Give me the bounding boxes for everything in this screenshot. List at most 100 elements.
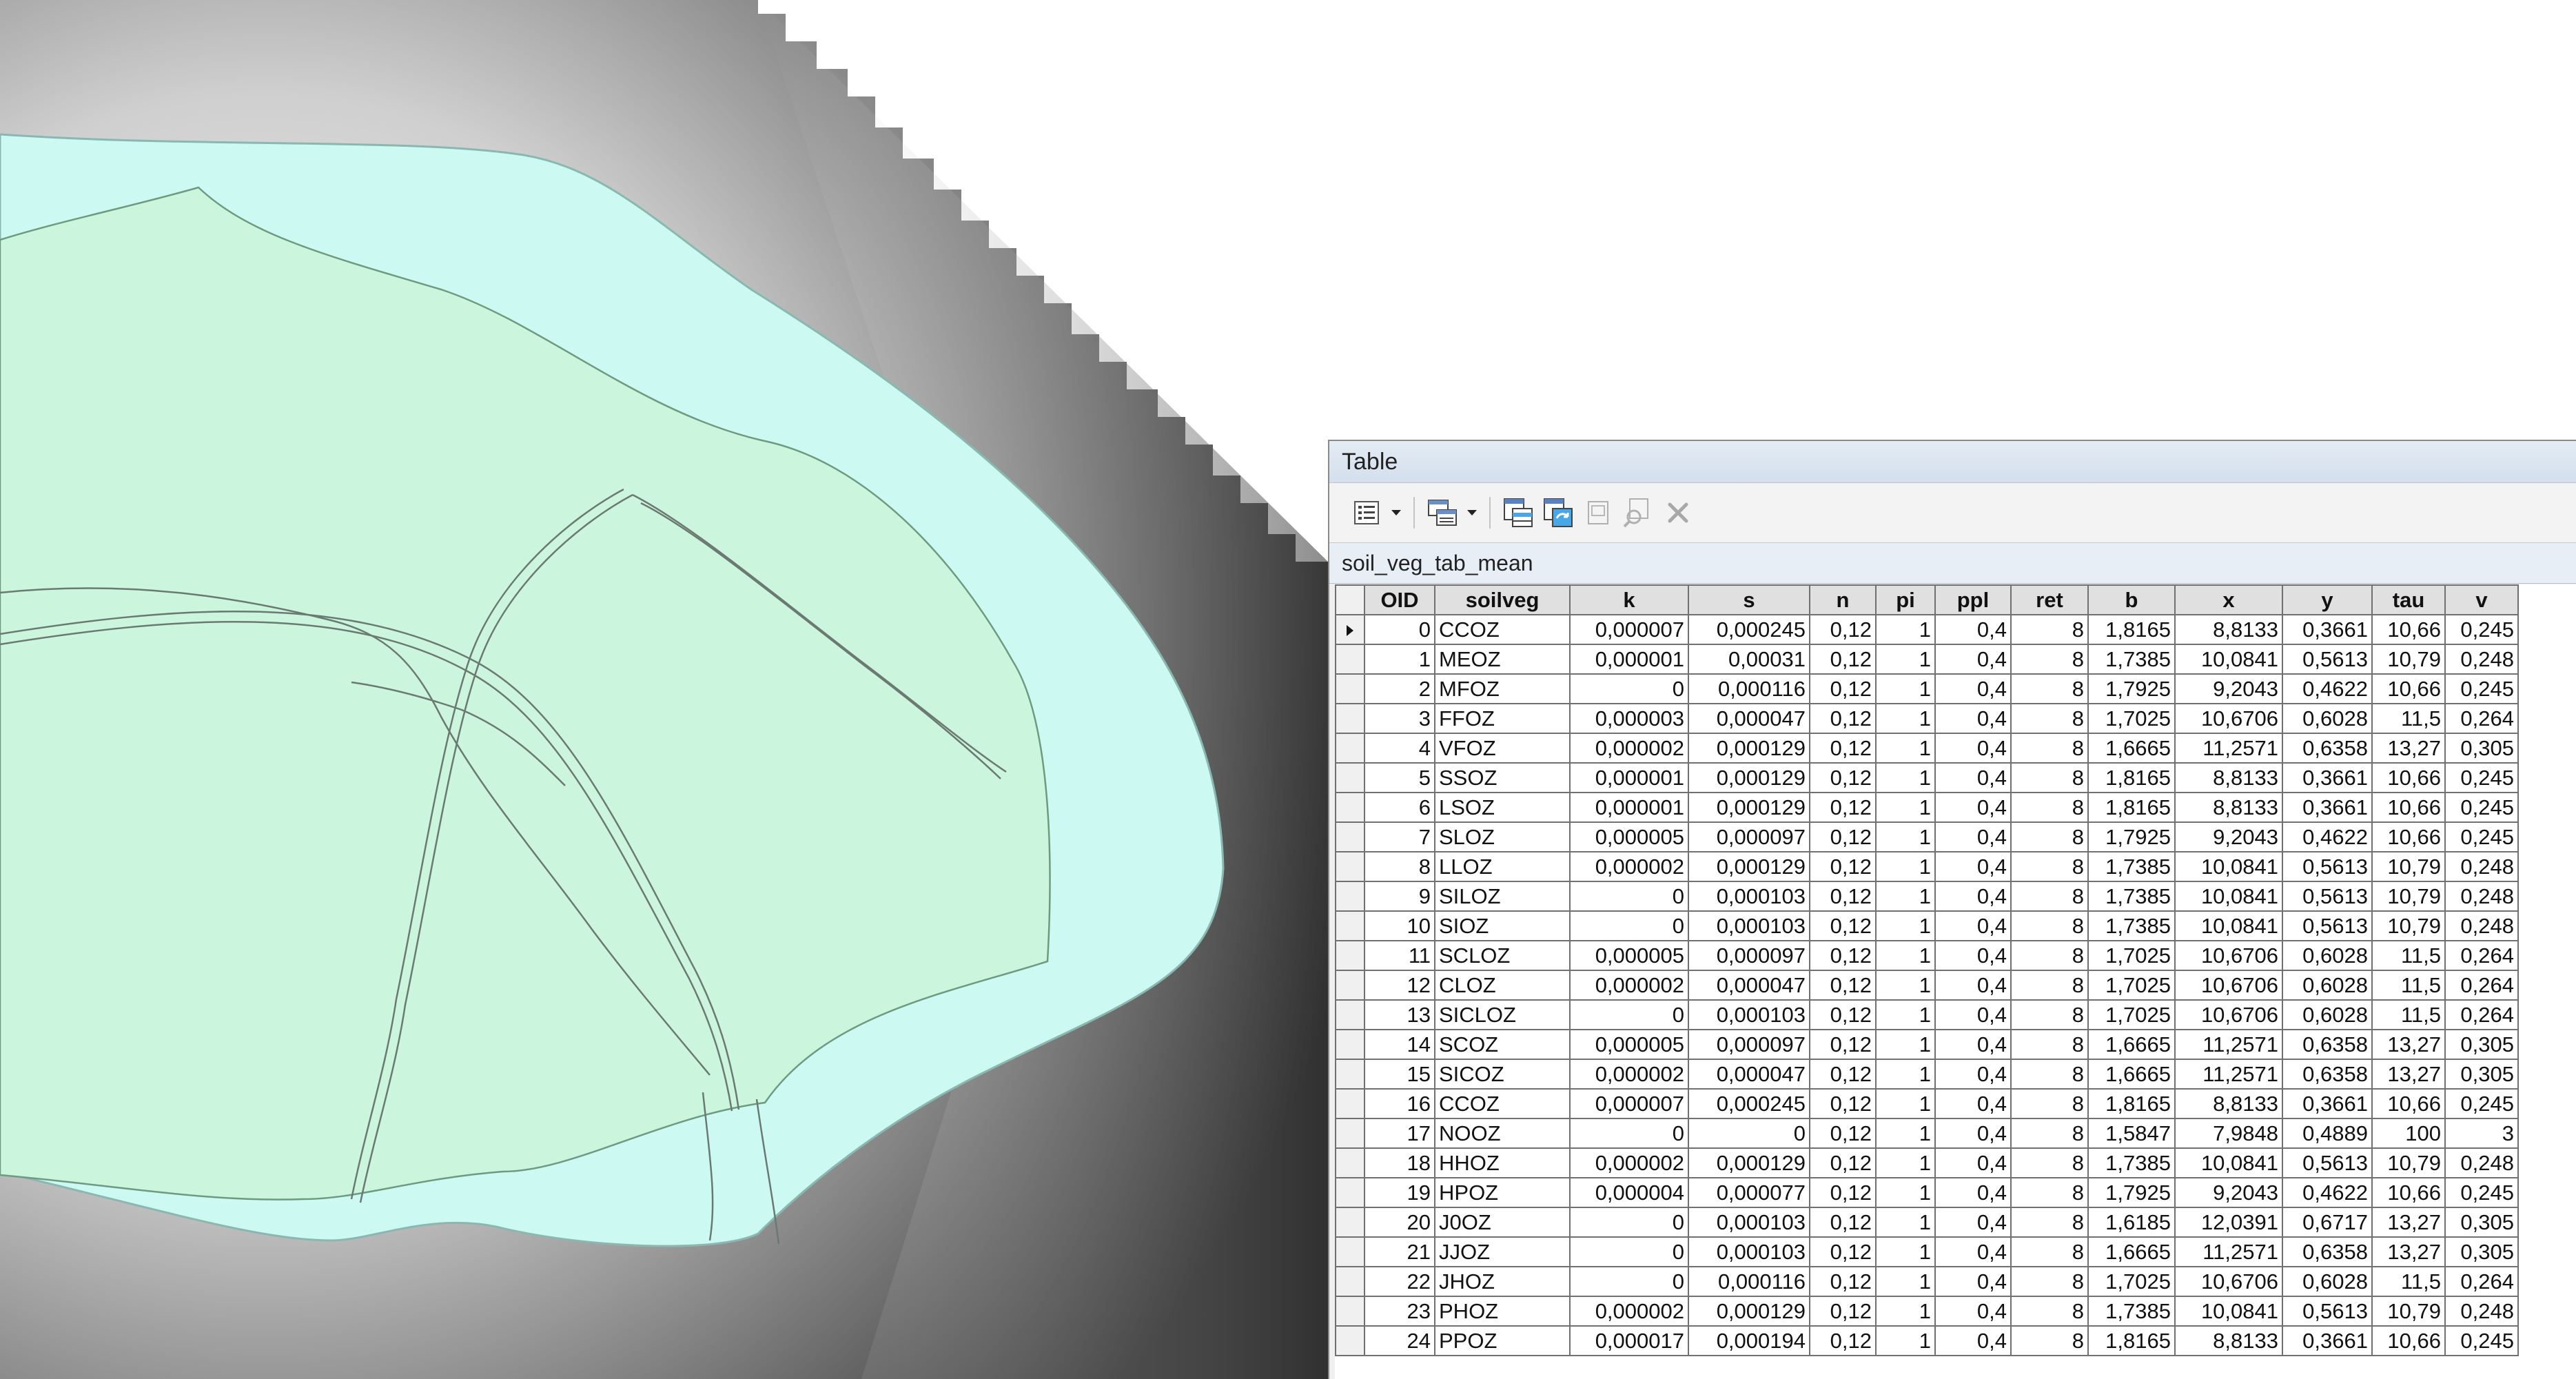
attribute-table-window[interactable]: Table soil_veg_tab_mean OID soilveg k s … <box>1328 440 2576 1379</box>
cell-n[interactable]: 0,12 <box>1809 851 1877 882</box>
cell-x[interactable]: 9,2043 <box>2174 1177 2283 1208</box>
cell-oid[interactable]: 2 <box>1364 673 1435 704</box>
cell-oid[interactable]: 4 <box>1364 733 1435 764</box>
cell-n[interactable]: 0,12 <box>1809 1236 1877 1267</box>
table-row[interactable]: 7 SLOZ 0,000005 0,000097 0,12 1 0,4 8 1,7925 9,20… <box>1335 821 2519 852</box>
cell-ret[interactable]: 8 <box>2010 703 2089 734</box>
cell-x[interactable]: 10,0841 <box>2174 644 2283 675</box>
cell-k[interactable]: 0,000005 <box>1569 1029 1689 1060</box>
table-row[interactable]: 9 SILOZ 0 0,000103 0,12 1 0,4 8 1,7385 10,0841 0,5… <box>1335 881 2519 912</box>
column-header-ret[interactable]: ret <box>2010 584 2089 615</box>
cell-oid[interactable]: 7 <box>1364 821 1435 852</box>
cell-b[interactable]: 1,7025 <box>2087 999 2176 1030</box>
cell-x[interactable]: 8,8133 <box>2174 614 2283 645</box>
cell-b[interactable]: 1,8165 <box>2087 762 2176 793</box>
row-selector[interactable] <box>1335 999 1365 1030</box>
cell-k[interactable]: 0,000002 <box>1569 1296 1689 1327</box>
row-selector[interactable] <box>1335 1296 1365 1327</box>
cell-y[interactable]: 0,6358 <box>2282 1029 2373 1060</box>
cell-n[interactable]: 0,12 <box>1809 614 1877 645</box>
cell-b[interactable]: 1,7925 <box>2087 1177 2176 1208</box>
cell-s[interactable]: 0,000103 <box>1688 1236 1810 1267</box>
cell-v[interactable]: 0,248 <box>2444 910 2519 941</box>
cell-v[interactable]: 0,245 <box>2444 614 2519 645</box>
cell-b[interactable]: 1,7385 <box>2087 1296 2176 1327</box>
cell-b[interactable]: 1,6665 <box>2087 1029 2176 1060</box>
cell-y[interactable]: 0,6358 <box>2282 733 2373 764</box>
cell-s[interactable]: 0,000129 <box>1688 792 1810 823</box>
cell-soilveg[interactable]: LSOZ <box>1434 792 1571 823</box>
cell-ppl[interactable]: 0,4 <box>1934 1029 2012 1060</box>
cell-ret[interactable]: 8 <box>2010 910 2089 941</box>
column-header-oid[interactable]: OID <box>1364 584 1435 615</box>
cell-pi[interactable]: 1 <box>1875 1147 1936 1178</box>
cell-v[interactable]: 0,245 <box>2444 1088 2519 1119</box>
table-row[interactable]: 6 LSOZ 0,000001 0,000129 0,12 1 0,4 8 1,8165 8,81… <box>1335 792 2519 823</box>
cell-v[interactable]: 0,305 <box>2444 1059 2519 1090</box>
cell-x[interactable]: 10,0841 <box>2174 910 2283 941</box>
cell-ppl[interactable]: 0,4 <box>1934 1207 2012 1238</box>
cell-x[interactable]: 11,2571 <box>2174 733 2283 764</box>
cell-tau[interactable]: 10,79 <box>2371 881 2446 912</box>
cell-ppl[interactable]: 0,4 <box>1934 910 2012 941</box>
table-row[interactable]: 16 CCOZ 0,000007 0,000245 0,12 1 0,4 8 1,8165 8,8… <box>1335 1088 2519 1119</box>
row-selector[interactable] <box>1335 1088 1365 1119</box>
cell-tau[interactable]: 10,66 <box>2371 614 2446 645</box>
cell-y[interactable]: 0,6358 <box>2282 1059 2373 1090</box>
cell-k[interactable]: 0 <box>1569 1236 1689 1267</box>
cell-x[interactable]: 12,0391 <box>2174 1207 2283 1238</box>
cell-tau[interactable]: 11,5 <box>2371 940 2446 971</box>
cell-x[interactable]: 10,0841 <box>2174 851 2283 882</box>
cell-soilveg[interactable]: PPOZ <box>1434 1325 1571 1356</box>
cell-soilveg[interactable]: JHOZ <box>1434 1266 1571 1297</box>
table-row[interactable]: 21 JJOZ 0 0,000103 0,12 1 0,4 8 1,6665 11,2571 0,6… <box>1335 1236 2519 1267</box>
table-row[interactable]: 4 VFOZ 0,000002 0,000129 0,12 1 0,4 8 1,6665 11,2… <box>1335 733 2519 764</box>
cell-ret[interactable]: 8 <box>2010 1147 2089 1178</box>
cell-pi[interactable]: 1 <box>1875 1296 1936 1327</box>
cell-b[interactable]: 1,6665 <box>2087 1059 2176 1090</box>
delete-selected-button[interactable] <box>1660 495 1696 531</box>
cell-pi[interactable]: 1 <box>1875 821 1936 852</box>
cell-n[interactable]: 0,12 <box>1809 1088 1877 1119</box>
row-selector[interactable] <box>1335 1236 1365 1267</box>
cell-tau[interactable]: 10,66 <box>2371 821 2446 852</box>
cell-pi[interactable]: 1 <box>1875 673 1936 704</box>
cell-n[interactable]: 0,12 <box>1809 940 1877 971</box>
cell-k[interactable]: 0,000002 <box>1569 733 1689 764</box>
cell-ppl[interactable]: 0,4 <box>1934 1147 2012 1178</box>
cell-y[interactable]: 0,4622 <box>2282 821 2373 852</box>
cell-k[interactable]: 0,000007 <box>1569 614 1689 645</box>
cell-y[interactable]: 0,5613 <box>2282 1147 2373 1178</box>
cell-v[interactable]: 0,248 <box>2444 1296 2519 1327</box>
row-selector[interactable] <box>1335 881 1365 912</box>
cell-y[interactable]: 0,6028 <box>2282 703 2373 734</box>
cell-ret[interactable]: 8 <box>2010 821 2089 852</box>
cell-x[interactable]: 10,6706 <box>2174 999 2283 1030</box>
cell-k[interactable]: 0,000003 <box>1569 703 1689 734</box>
cell-y[interactable]: 0,3661 <box>2282 762 2373 793</box>
cell-pi[interactable]: 1 <box>1875 1325 1936 1356</box>
cell-ppl[interactable]: 0,4 <box>1934 1059 2012 1090</box>
cell-oid[interactable]: 9 <box>1364 881 1435 912</box>
cell-ret[interactable]: 8 <box>2010 673 2089 704</box>
related-tables-dropdown[interactable] <box>1464 495 1480 531</box>
cell-ret[interactable]: 8 <box>2010 1029 2089 1060</box>
cell-oid[interactable]: 18 <box>1364 1147 1435 1178</box>
cell-s[interactable]: 0,00031 <box>1688 644 1810 675</box>
cell-soilveg[interactable]: SIOZ <box>1434 910 1571 941</box>
cell-x[interactable]: 8,8133 <box>2174 792 2283 823</box>
cell-s[interactable]: 0,000077 <box>1688 1177 1810 1208</box>
cell-n[interactable]: 0,12 <box>1809 1266 1877 1297</box>
cell-tau[interactable]: 10,66 <box>2371 1325 2446 1356</box>
cell-b[interactable]: 1,6665 <box>2087 733 2176 764</box>
cell-n[interactable]: 0,12 <box>1809 1118 1877 1149</box>
cell-y[interactable]: 0,3661 <box>2282 614 2373 645</box>
cell-soilveg[interactable]: PHOZ <box>1434 1296 1571 1327</box>
cell-tau[interactable]: 10,66 <box>2371 762 2446 793</box>
cell-y[interactable]: 0,6028 <box>2282 940 2373 971</box>
cell-s[interactable]: 0,000129 <box>1688 1147 1810 1178</box>
cell-s[interactable]: 0 <box>1688 1118 1810 1149</box>
table-row[interactable]: 5 SSOZ 0,000001 0,000129 0,12 1 0,4 8 1,8165 8,81… <box>1335 762 2519 793</box>
cell-soilveg[interactable]: LLOZ <box>1434 851 1571 882</box>
table-row[interactable]: 19 HPOZ 0,000004 0,000077 0,12 1 0,4 8 1,7925 9,2… <box>1335 1177 2519 1208</box>
